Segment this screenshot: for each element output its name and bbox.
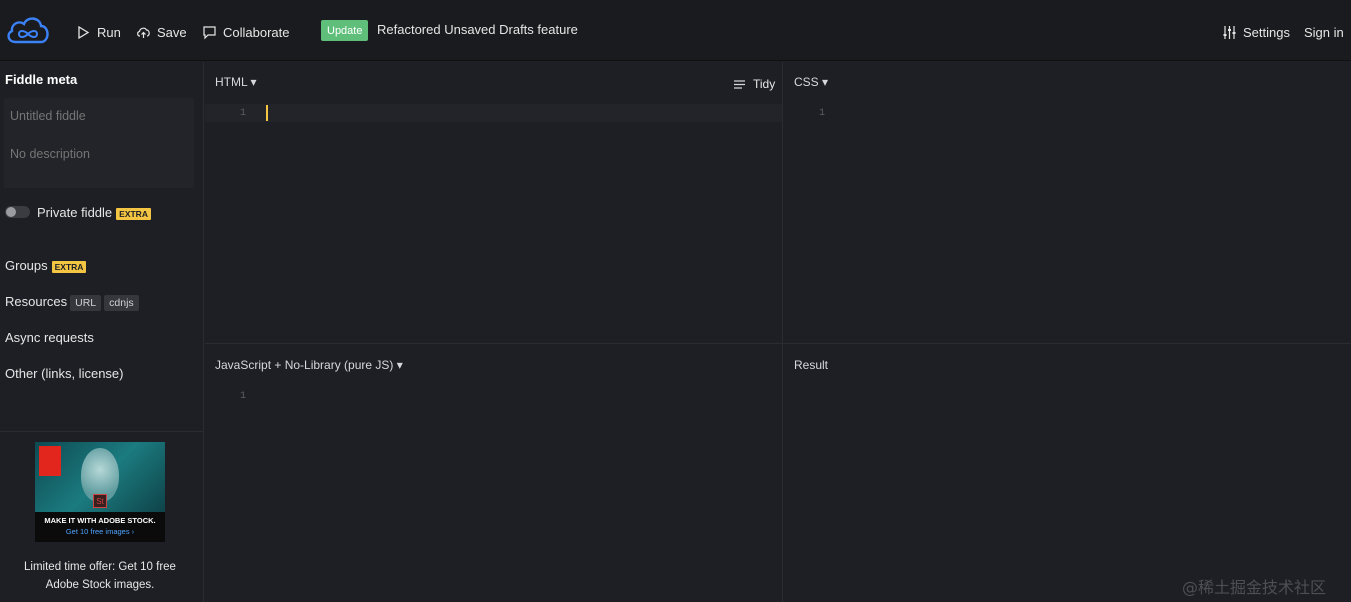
fiddle-meta-box <box>4 98 194 188</box>
stock-st-icon: St <box>93 494 107 508</box>
play-icon <box>78 25 90 39</box>
active-line-highlight <box>205 104 782 122</box>
run-label: Run <box>97 24 121 40</box>
horizontal-pane-divider[interactable] <box>205 343 1351 344</box>
sliders-icon <box>1223 25 1236 39</box>
upload-cloud-icon <box>137 27 150 38</box>
settings-button[interactable]: Settings <box>1222 22 1290 42</box>
private-fiddle-row: Private fiddle EXTRA <box>37 205 151 220</box>
collaborate-button[interactable]: Collaborate <box>202 22 290 42</box>
ad-headline: MAKE IT WITH ADOBE STOCK. <box>44 516 156 525</box>
other-links-license-item[interactable]: Other (links, license) <box>5 366 123 381</box>
extra-badge: EXTRA <box>51 260 87 273</box>
text-cursor <box>266 105 268 121</box>
signin-label: Sign in <box>1304 24 1344 40</box>
update-text[interactable]: Refactored Unsaved Drafts feature <box>377 22 578 37</box>
resources-item[interactable]: Resources URL cdnjs <box>5 294 139 311</box>
update-badge: Update <box>321 20 369 41</box>
settings-label: Settings <box>1243 24 1290 40</box>
fiddle-description-input[interactable] <box>10 144 190 164</box>
sidebar: Fiddle meta Private fiddleEXTRA GroupsEX… <box>0 62 204 602</box>
result-pane-title: Result <box>794 358 829 372</box>
groups-item[interactable]: Groups EXTRA <box>5 258 87 273</box>
ad-cta: Get 10 free images › <box>65 527 135 536</box>
css-line-number: 1 <box>819 108 826 119</box>
html-editor-pane[interactable]: HTML ▾ Tidy 1 <box>205 62 782 343</box>
html-pane-title[interactable]: HTML ▾ <box>215 75 257 89</box>
signin-button[interactable]: Sign in <box>1304 22 1344 42</box>
cdnjs-tag[interactable]: cdnjs <box>104 294 139 311</box>
jsfiddle-logo-icon[interactable] <box>4 12 52 48</box>
fiddle-title-input[interactable] <box>10 106 190 126</box>
url-tag[interactable]: URL <box>70 294 102 311</box>
top-toolbar: Run Save Collaborate Update Refactored U… <box>0 0 1351 61</box>
result-pane[interactable]: Result <box>784 345 1351 602</box>
js-pane-title[interactable]: JavaScript + No-Library (pure JS) ▾ <box>215 358 403 372</box>
save-label: Save <box>157 24 187 40</box>
run-button[interactable]: Run <box>76 22 121 42</box>
align-lines-icon <box>734 79 745 89</box>
extra-badge: EXTRA <box>116 207 151 220</box>
collaborate-label: Collaborate <box>223 24 290 40</box>
ad-caption[interactable]: Limited time offer: Get 10 free Adobe St… <box>10 558 190 594</box>
save-button[interactable]: Save <box>136 22 187 42</box>
chat-bubble-icon <box>203 25 216 39</box>
groups-label: Groups <box>5 258 48 273</box>
watermark: @稀土掘金技术社区 <box>1182 578 1327 597</box>
tidy-label: Tidy <box>753 77 776 91</box>
resources-label: Resources <box>5 294 68 309</box>
adobe-stock-ad-image[interactable]: St MAKE IT WITH ADOBE STOCK. Get 10 free… <box>35 442 165 542</box>
private-fiddle-toggle[interactable] <box>5 206 30 218</box>
tidy-button[interactable]: Tidy <box>732 74 775 94</box>
private-fiddle-label: Private fiddle <box>37 205 113 220</box>
adobe-logo-icon <box>39 446 61 476</box>
fiddle-meta-title: Fiddle meta <box>5 72 78 87</box>
html-line-number: 1 <box>240 108 247 119</box>
css-editor-pane[interactable]: CSS ▾ 1 <box>784 62 1351 343</box>
ad-separator <box>0 431 204 432</box>
vertical-pane-divider[interactable] <box>782 62 783 602</box>
css-pane-title[interactable]: CSS ▾ <box>794 75 828 89</box>
js-editor-pane[interactable]: JavaScript + No-Library (pure JS) ▾ 1 <box>205 345 782 602</box>
async-requests-item[interactable]: Async requests <box>5 330 94 345</box>
js-line-number: 1 <box>240 391 247 402</box>
